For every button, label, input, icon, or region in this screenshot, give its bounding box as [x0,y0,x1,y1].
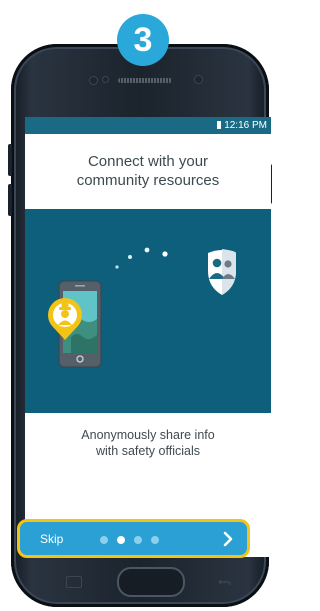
app-screen: 12:16 PM Connect with your community res… [25,117,271,557]
page-dot [151,536,159,544]
onboarding-nav-bar: Skip [17,519,250,558]
onboarding-subtitle: Anonymously share info with safety offic… [25,427,271,459]
status-time: 12:16 PM [224,120,267,131]
front-camera-icon [90,77,97,84]
status-bar: 12:16 PM [25,117,271,134]
skip-button[interactable]: Skip [40,532,63,546]
onboarding-title: Connect with your community resources [25,152,271,190]
onboarding-illustration [25,209,271,413]
step-number-badge: 3 [117,14,169,66]
arc-dot [144,247,150,253]
title-line-2: community resources [76,172,220,189]
back-key-icon [218,579,231,585]
volume-up-button [8,144,12,176]
community-shield-icon [208,249,236,295]
arc-dot [162,251,168,257]
chevron-right-icon[interactable] [219,530,237,548]
subtitle-line-2: with safety officials [96,444,200,458]
arc-dot [128,255,132,259]
page-indicator [100,536,159,546]
subtitle-line-1: Anonymously share info [81,428,215,442]
page-dot-active [117,536,125,544]
volume-down-button [8,184,12,216]
earpiece-speaker [118,78,172,83]
page-dot [100,536,108,544]
illustration-graphic [48,247,236,368]
recent-apps-key-icon [66,576,82,588]
sensor-icon [103,77,108,82]
arc-dot [115,265,119,269]
page-dot [134,536,142,544]
title-line-1: Connect with your [87,153,209,170]
home-button[interactable] [117,567,185,597]
battery-icon [217,121,222,129]
selfie-camera-icon [195,76,202,83]
